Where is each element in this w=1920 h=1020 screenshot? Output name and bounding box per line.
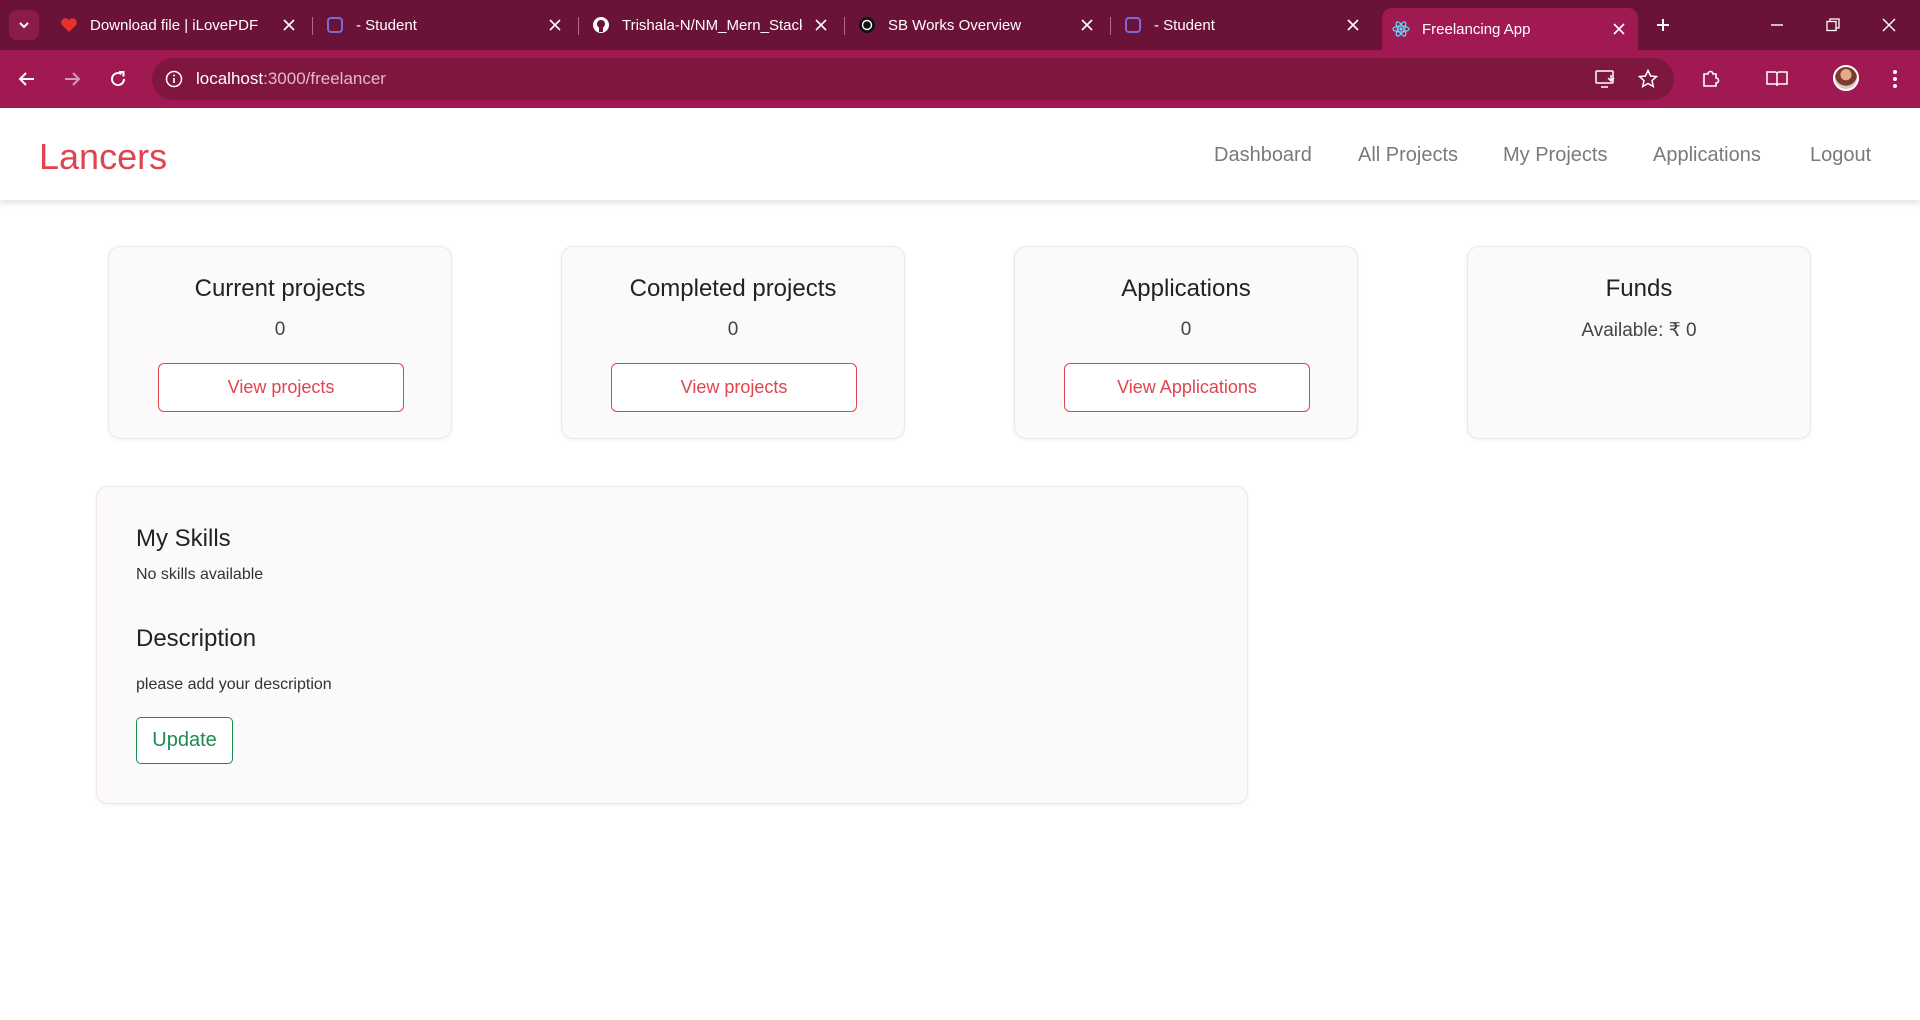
tab-title: Download file | iLovePDF [90, 16, 259, 34]
nav-applications[interactable]: Applications [1653, 144, 1761, 167]
funds-available: Available: ₹ 0 [1581, 320, 1697, 341]
funds-card: Funds Available: ₹ 0 [1467, 246, 1811, 439]
close-icon[interactable] [1608, 18, 1630, 40]
react-icon [1392, 20, 1410, 38]
tab-title: Trishala-N/NM_Mern_Stack [622, 16, 802, 34]
url-host: localhost [196, 69, 264, 88]
ilovepdf-heart-icon [60, 16, 78, 34]
forward-button[interactable] [57, 64, 87, 94]
url-path: :3000/freelancer [263, 69, 386, 88]
tab-title: - Student [1154, 16, 1215, 34]
install-app-icon[interactable] [1594, 67, 1618, 91]
browser-tab[interactable]: Download file | iLovePDF [60, 8, 300, 42]
student-app-icon [1124, 16, 1142, 34]
url-text: localhost:3000/freelancer [196, 69, 386, 89]
tab-title: SB Works Overview [888, 16, 1022, 34]
tab-divider [578, 17, 579, 35]
completed-projects-card: Completed projects 0 View projects [561, 246, 905, 439]
new-tab-button[interactable] [1650, 12, 1676, 38]
browser-tab-active[interactable]: Freelancing App [1382, 8, 1638, 50]
view-completed-projects-button[interactable]: View projects [611, 363, 857, 412]
nav-all-projects[interactable]: All Projects [1358, 144, 1458, 167]
close-icon[interactable] [278, 14, 300, 36]
card-value: 0 [274, 319, 286, 340]
description-text: please add your description [136, 676, 332, 693]
card-title: Applications [1121, 275, 1251, 302]
applications-card: Applications 0 View Applications [1014, 246, 1358, 439]
current-projects-card: Current projects 0 View projects [108, 246, 452, 439]
tab-divider [844, 17, 845, 35]
skills-text: No skills available [136, 566, 264, 583]
more-vertical-icon [1893, 70, 1897, 88]
view-applications-button[interactable]: View Applications [1064, 363, 1310, 412]
puzzle-icon [1703, 70, 1720, 87]
profile-avatar[interactable] [1833, 65, 1859, 91]
arrow-left-icon [18, 72, 34, 86]
book-icon [1766, 71, 1788, 87]
card-title: Current projects [194, 275, 366, 302]
tab-divider [1110, 17, 1111, 35]
browser-tab[interactable]: - Student [1124, 8, 1364, 42]
restore-button[interactable] [1820, 12, 1846, 38]
close-icon[interactable] [1342, 14, 1364, 36]
openai-icon [858, 16, 876, 34]
nav-logout[interactable]: Logout [1810, 144, 1871, 167]
student-app-icon [326, 16, 344, 34]
browser-tab-strip: Download file | iLovePDF - Student Trish… [0, 0, 1920, 50]
tab-divider [312, 17, 313, 35]
chevron-down-icon [19, 22, 29, 29]
app-navbar: Lancers Dashboard All Projects My Projec… [0, 108, 1920, 200]
card-title: Funds [1605, 275, 1673, 302]
reload-icon [111, 71, 126, 87]
update-button[interactable]: Update [136, 717, 233, 764]
tab-title: Freelancing App [1422, 20, 1531, 38]
minimize-icon [1771, 24, 1783, 26]
close-icon[interactable] [810, 14, 832, 36]
card-value: 0 [727, 319, 739, 340]
tab-title: - Student [356, 16, 417, 34]
plus-icon [1657, 19, 1669, 31]
view-current-projects-button[interactable]: View projects [158, 363, 404, 412]
github-icon [592, 16, 610, 34]
back-button[interactable] [12, 64, 42, 94]
minimize-button[interactable] [1764, 12, 1790, 38]
skills-heading: My Skills [136, 525, 231, 552]
close-icon[interactable] [1076, 14, 1098, 36]
description-heading: Description [136, 625, 257, 652]
bookmark-star-icon[interactable] [1636, 67, 1660, 91]
arrow-right-icon [65, 72, 81, 86]
browser-menu-button[interactable] [1880, 64, 1910, 94]
close-icon[interactable] [544, 14, 566, 36]
reading-view-button[interactable] [1762, 64, 1792, 94]
browser-tab[interactable]: SB Works Overview [858, 8, 1098, 42]
restore-icon [1826, 18, 1840, 32]
address-bar[interactable]: localhost:3000/freelancer [152, 58, 1674, 100]
reload-button[interactable] [103, 64, 133, 94]
browser-tab[interactable]: - Student [326, 8, 566, 42]
brand-logo[interactable]: Lancers [39, 136, 167, 178]
browser-tab[interactable]: Trishala-N/NM_Mern_Stack [592, 8, 832, 42]
extensions-button[interactable] [1696, 64, 1726, 94]
nav-my-projects[interactable]: My Projects [1503, 144, 1607, 167]
browser-toolbar: localhost:3000/freelancer [0, 50, 1920, 108]
card-value: 0 [1180, 319, 1192, 340]
card-title: Completed projects [629, 275, 837, 302]
tab-search-button[interactable] [9, 10, 39, 40]
close-icon [1882, 18, 1896, 32]
site-info-icon[interactable] [162, 67, 186, 91]
profile-panel: My Skills No skills available Descriptio… [96, 486, 1248, 804]
close-window-button[interactable] [1876, 12, 1902, 38]
nav-dashboard[interactable]: Dashboard [1214, 144, 1312, 167]
